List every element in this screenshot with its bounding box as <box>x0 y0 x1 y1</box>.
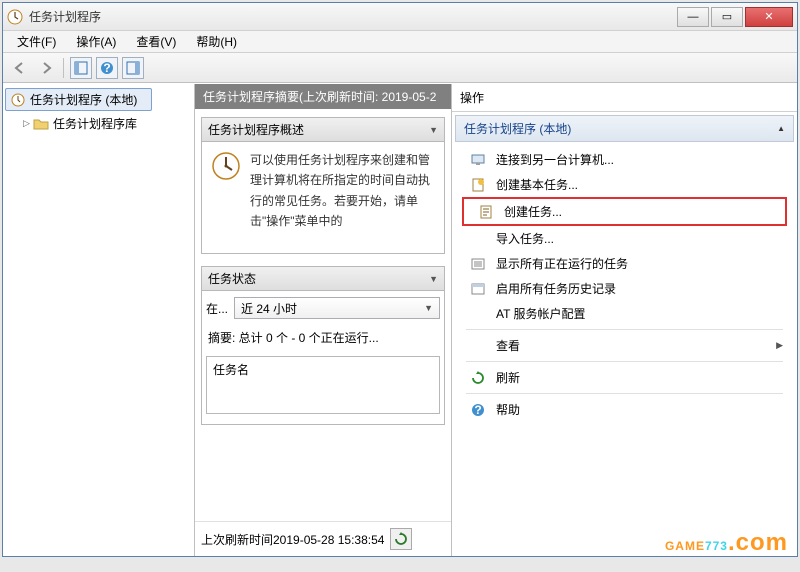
task-icon <box>478 204 494 220</box>
actions-header: 操作 <box>452 84 797 112</box>
chevron-right-icon: ▶ <box>776 340 783 351</box>
close-button[interactable]: ✕ <box>745 7 793 27</box>
list-icon <box>470 256 486 272</box>
wizard-icon <box>470 177 486 193</box>
actions-context-header[interactable]: 任务计划程序 (本地) ▲ <box>455 115 794 142</box>
status-panel: 任务状态 ▼ 在... 近 24 小时 ▼ 摘要: 总计 0 个 - 0 个正在… <box>201 266 445 425</box>
summary-footer: 上次刷新时间2019-05-28 15:38:54 <box>195 521 451 556</box>
overview-title: 任务计划程序概述 <box>208 121 304 138</box>
action-connect[interactable]: 连接到另一台计算机... <box>456 147 793 172</box>
menu-action[interactable]: 操作(A) <box>66 31 126 52</box>
separator <box>466 393 783 394</box>
status-period-label: 在... <box>206 300 228 317</box>
chevron-down-icon: ▼ <box>429 125 438 135</box>
action-show-running[interactable]: 显示所有正在运行的任务 <box>456 251 793 276</box>
blank-icon <box>470 338 486 354</box>
separator <box>466 329 783 330</box>
status-header[interactable]: 任务状态 ▼ <box>202 267 444 291</box>
tree-root-label: 任务计划程序 (本地) <box>30 91 137 108</box>
blank-icon <box>470 306 486 322</box>
action-label: AT 服务帐户配置 <box>496 305 586 322</box>
clock-icon <box>7 9 23 25</box>
action-label: 导入任务... <box>496 230 554 247</box>
highlight-annotation: 创建任务... <box>462 197 787 226</box>
action-label: 显示所有正在运行的任务 <box>496 255 628 272</box>
status-period-dropdown[interactable]: 近 24 小时 ▼ <box>234 297 440 319</box>
chevron-down-icon: ▼ <box>429 274 438 284</box>
titlebar[interactable]: 任务计划程序 ― ▭ ✕ <box>3 3 797 31</box>
actions-pane: 操作 任务计划程序 (本地) ▲ 连接到另一台计算机... 创建基本任务... <box>452 84 797 556</box>
last-refresh-text: 上次刷新时间2019-05-28 15:38:54 <box>201 531 384 548</box>
tree-library-label: 任务计划程序库 <box>53 115 137 132</box>
clock-icon <box>10 92 26 108</box>
tree-pane: 任务计划程序 (本地) ▷ 任务计划程序库 <box>3 84 195 556</box>
action-help[interactable]: ? 帮助 <box>456 397 793 422</box>
menu-file[interactable]: 文件(F) <box>7 31 66 52</box>
action-create-basic-task[interactable]: 创建基本任务... <box>456 172 793 197</box>
action-label: 创建任务... <box>504 203 562 220</box>
chevron-down-icon: ▼ <box>424 303 433 313</box>
window-controls: ― ▭ ✕ <box>675 7 793 27</box>
refresh-icon <box>394 532 408 546</box>
menu-view[interactable]: 查看(V) <box>126 31 186 52</box>
action-list: 连接到另一台计算机... 创建基本任务... 创建任务... 导入任务... <box>452 145 797 424</box>
maximize-button[interactable]: ▭ <box>711 7 743 27</box>
svg-text:?: ? <box>474 403 481 417</box>
app-window: 任务计划程序 ― ▭ ✕ 文件(F) 操作(A) 查看(V) 帮助(H) ? 任… <box>2 2 798 557</box>
status-title: 任务状态 <box>208 270 256 287</box>
toolbar-separator <box>63 58 64 78</box>
overview-header[interactable]: 任务计划程序概述 ▼ <box>202 118 444 142</box>
refresh-icon <box>470 370 486 386</box>
action-label: 刷新 <box>496 369 520 386</box>
summary-header: 任务计划程序摘要(上次刷新时间: 2019-05-2 <box>195 84 451 109</box>
action-view-submenu[interactable]: 查看 ▶ <box>456 333 793 358</box>
action-enable-history[interactable]: 启用所有任务历史记录 <box>456 276 793 301</box>
task-names-label: 任务名 <box>213 363 249 377</box>
minimize-button[interactable]: ― <box>677 7 709 27</box>
expand-icon[interactable]: ▷ <box>23 118 33 129</box>
help-button[interactable]: ? <box>96 57 118 79</box>
separator <box>466 361 783 362</box>
toggle-actions-button[interactable] <box>122 57 144 79</box>
help-icon: ? <box>470 402 486 418</box>
tree-root-node[interactable]: 任务计划程序 (本地) <box>5 88 152 111</box>
actions-context-label: 任务计划程序 (本地) <box>464 120 571 137</box>
action-at-service[interactable]: AT 服务帐户配置 <box>456 301 793 326</box>
history-icon <box>470 281 486 297</box>
forward-button[interactable] <box>35 57 57 79</box>
refresh-button[interactable] <box>390 528 412 550</box>
action-label: 创建基本任务... <box>496 176 578 193</box>
menubar: 文件(F) 操作(A) 查看(V) 帮助(H) <box>3 31 797 53</box>
action-refresh[interactable]: 刷新 <box>456 365 793 390</box>
tree-library-node[interactable]: ▷ 任务计划程序库 <box>5 113 192 134</box>
action-label: 帮助 <box>496 401 520 418</box>
dropdown-value: 近 24 小时 <box>241 300 297 317</box>
overview-text: 可以使用任务计划程序来创建和管理计算机将在所指定的时间自动执行的常见任务。若要开… <box>250 150 436 245</box>
blank-icon <box>470 231 486 247</box>
content-area: 任务计划程序 (本地) ▷ 任务计划程序库 任务计划程序摘要(上次刷新时间: 2… <box>3 83 797 556</box>
action-label: 连接到另一台计算机... <box>496 151 614 168</box>
action-label: 查看 <box>496 337 520 354</box>
task-names-box: 任务名 <box>206 356 440 414</box>
toolbar: ? <box>3 53 797 83</box>
window-title: 任务计划程序 <box>29 8 675 25</box>
folder-icon <box>33 116 49 132</box>
overview-panel: 任务计划程序概述 ▼ 可以使用任务计划程序来创建和管理计算机将在所指定的时间自动… <box>201 117 445 254</box>
svg-text:?: ? <box>103 61 110 75</box>
toggle-tree-button[interactable] <box>70 57 92 79</box>
computer-icon <box>470 152 486 168</box>
menu-help[interactable]: 帮助(H) <box>186 31 247 52</box>
clock-icon <box>210 150 242 182</box>
status-summary-text: 摘要: 总计 0 个 - 0 个正在运行... <box>202 325 444 356</box>
triangle-up-icon: ▲ <box>777 124 785 133</box>
action-create-task[interactable]: 创建任务... <box>464 199 785 224</box>
back-button[interactable] <box>9 57 31 79</box>
action-import-task[interactable]: 导入任务... <box>456 226 793 251</box>
action-label: 启用所有任务历史记录 <box>496 280 616 297</box>
summary-pane: 任务计划程序摘要(上次刷新时间: 2019-05-2 任务计划程序概述 ▼ 可以… <box>195 84 452 556</box>
